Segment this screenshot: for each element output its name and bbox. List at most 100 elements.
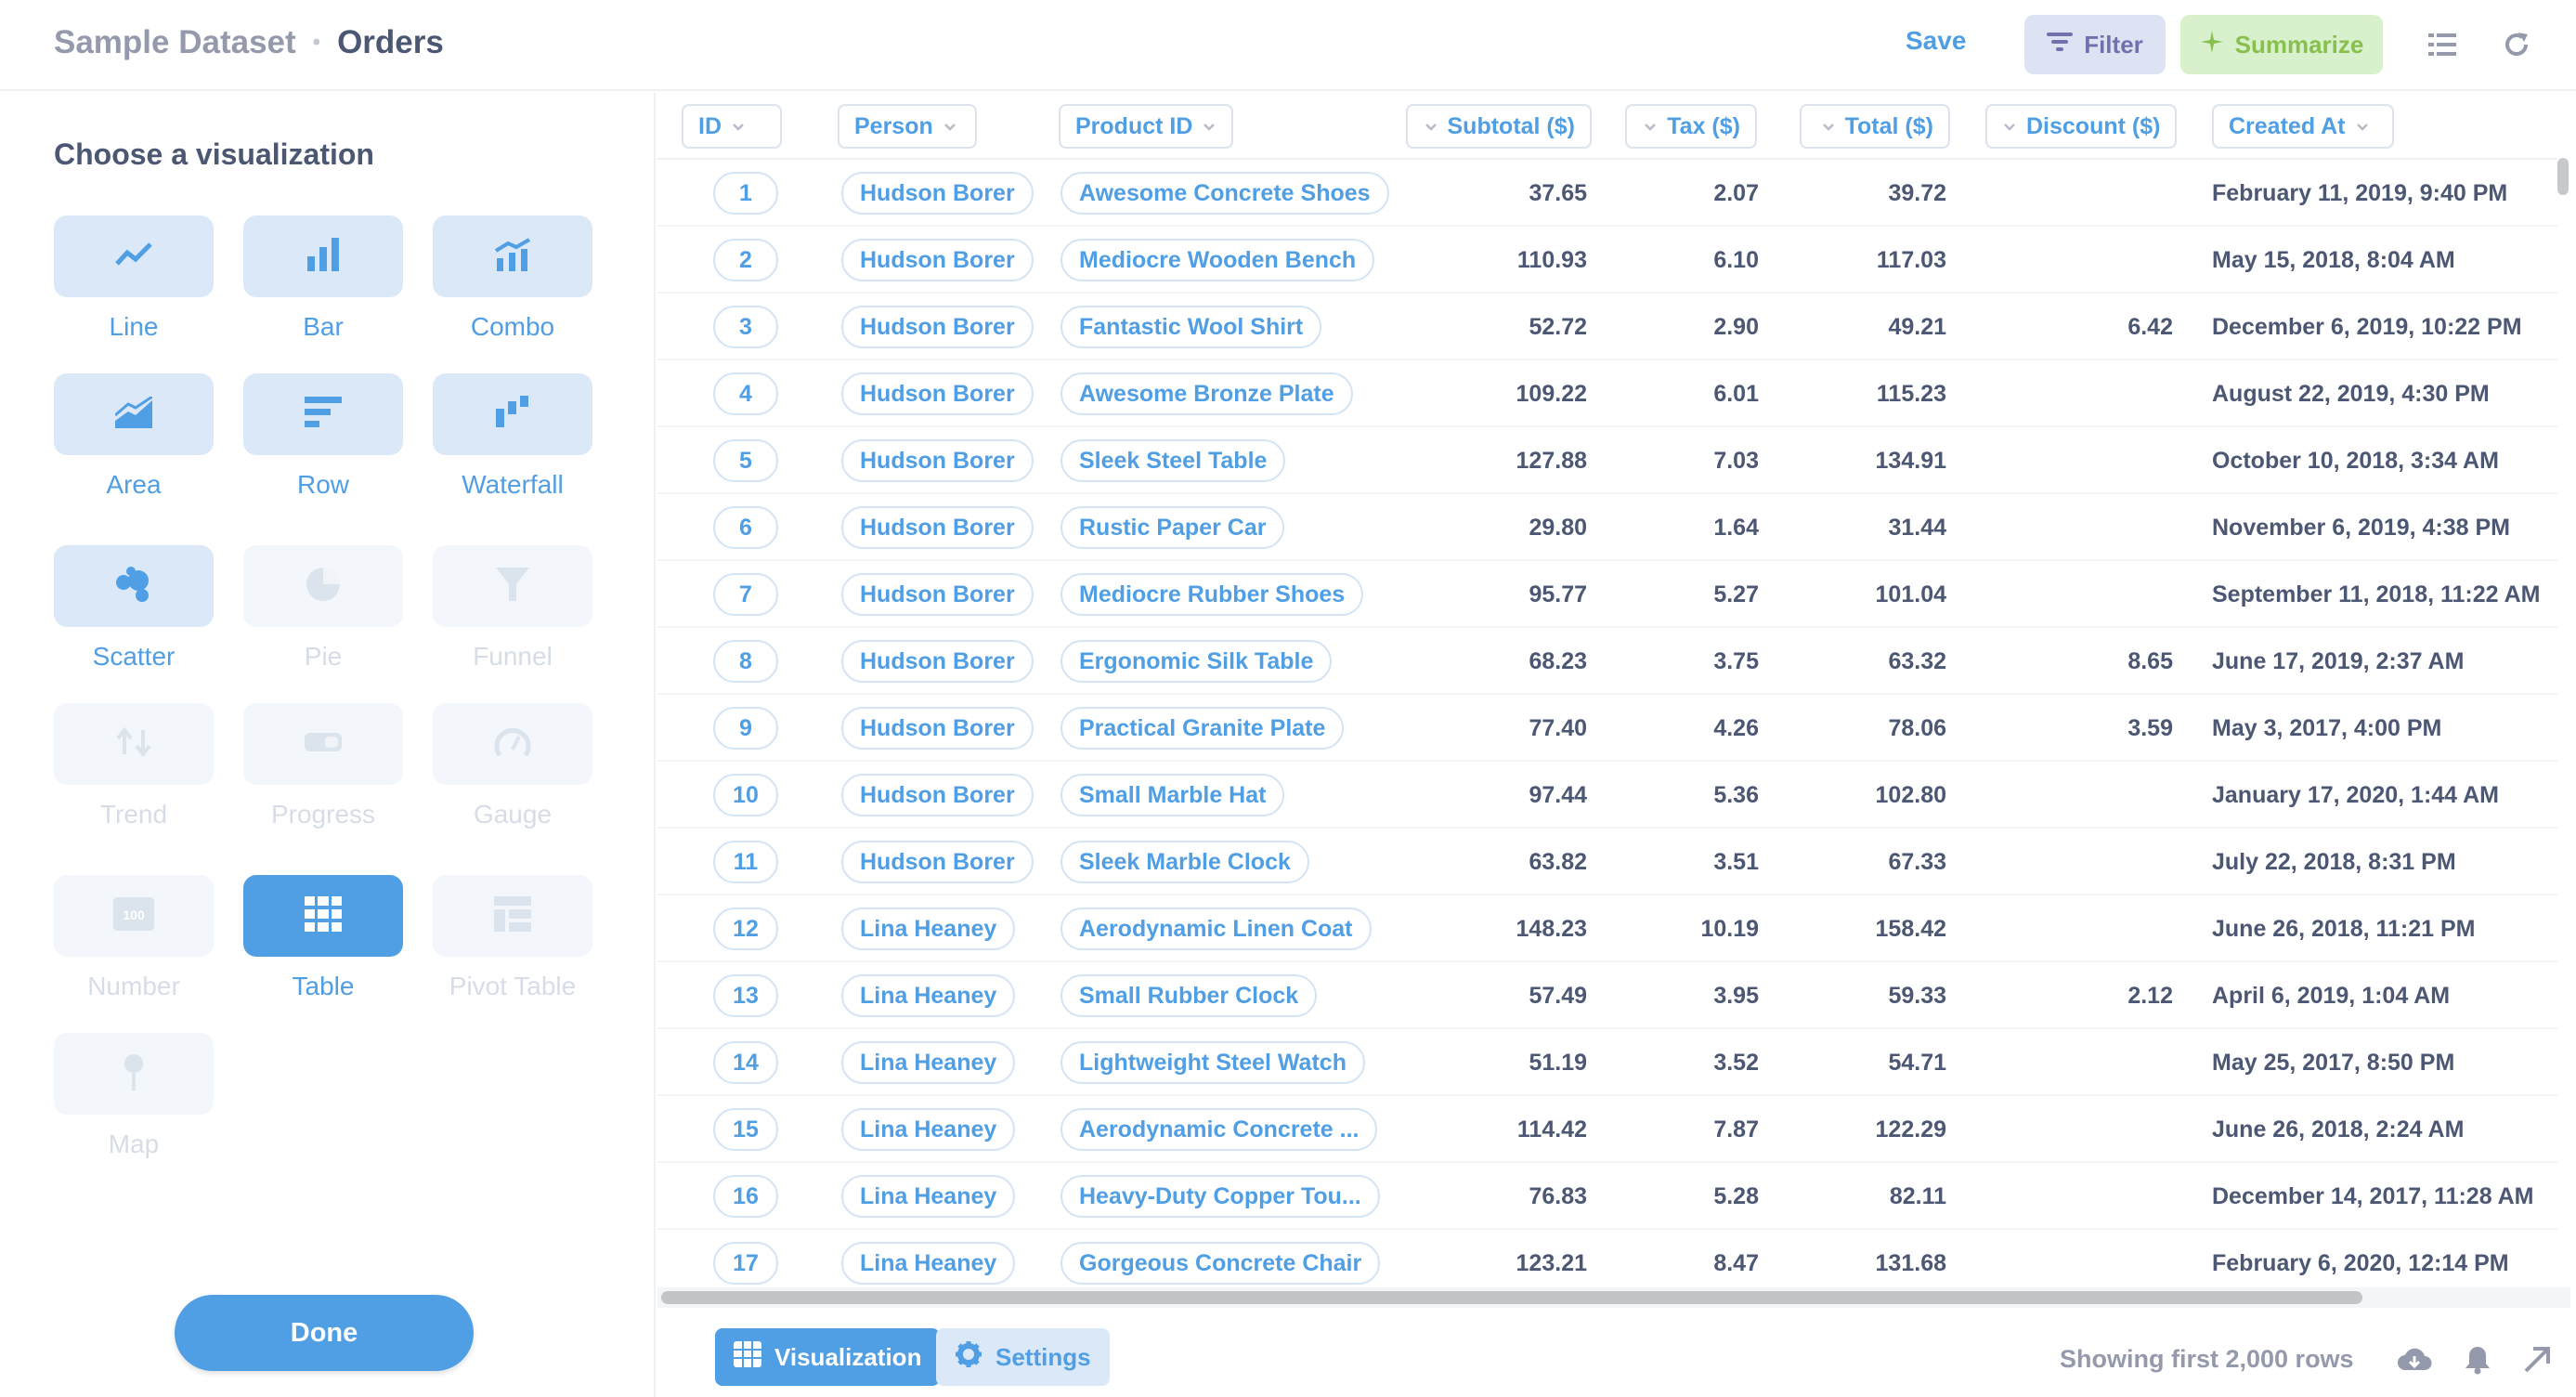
viz-option-table[interactable]: Table (243, 875, 403, 1001)
column-header-total[interactable]: Total ($) (1800, 104, 1950, 149)
order-id-link[interactable]: 6 (713, 506, 778, 549)
order-id-link[interactable]: 3 (713, 306, 778, 348)
person-link[interactable]: Hudson Borer (841, 573, 1034, 616)
person-link[interactable]: Hudson Borer (841, 239, 1034, 281)
product-link[interactable]: Rustic Paper Car (1060, 506, 1285, 549)
discount-cell (1987, 561, 2173, 628)
viz-option-scatter[interactable]: Scatter (54, 545, 214, 672)
order-id-link[interactable]: 12 (713, 907, 778, 950)
person-link[interactable]: Lina Heaney (841, 1108, 1016, 1151)
summarize-button[interactable]: Summarize (2180, 15, 2383, 74)
column-header-created-at[interactable]: Created At (2212, 104, 2394, 149)
done-button[interactable]: Done (175, 1295, 474, 1371)
tax-cell: 8.47 (1713, 1249, 1759, 1276)
settings-button[interactable]: Settings (936, 1328, 1110, 1386)
column-header-subtotal[interactable]: Subtotal ($) (1406, 104, 1592, 149)
product-link[interactable]: Small Rubber Clock (1060, 974, 1318, 1017)
person-link[interactable]: Hudson Borer (841, 372, 1034, 415)
vertical-scrollbar[interactable] (2557, 158, 2569, 195)
visualization-button[interactable]: Visualization (715, 1328, 941, 1386)
order-id-link[interactable]: 16 (713, 1175, 778, 1218)
person-link[interactable]: Lina Heaney (841, 907, 1016, 950)
share-arrow-icon[interactable] (2518, 1341, 2556, 1378)
column-header-id[interactable]: ID (682, 104, 782, 149)
person-link[interactable]: Hudson Borer (841, 640, 1034, 683)
order-id-link[interactable]: 11 (713, 841, 778, 883)
order-id-link[interactable]: 15 (713, 1108, 778, 1151)
product-link[interactable]: Mediocre Rubber Shoes (1060, 573, 1364, 616)
order-id-link[interactable]: 10 (713, 774, 778, 816)
person-link[interactable]: Lina Heaney (841, 1242, 1016, 1285)
person-link[interactable]: Hudson Borer (841, 774, 1034, 816)
viz-option-combo[interactable]: Combo (433, 215, 592, 342)
order-id-link[interactable]: 14 (713, 1041, 778, 1084)
product-link[interactable]: Gorgeous Concrete Chair (1060, 1242, 1381, 1285)
viz-option-trend: Trend (54, 703, 214, 829)
product-link[interactable]: Sleek Marble Clock (1060, 841, 1309, 883)
breadcrumb-table[interactable]: Orders (337, 24, 444, 61)
column-header-discount[interactable]: Discount ($) (1985, 104, 2178, 149)
created-at-cell: May 25, 2017, 8:50 PM (2212, 1049, 2455, 1076)
trend-icon (115, 726, 152, 763)
product-link[interactable]: Small Marble Hat (1060, 774, 1285, 816)
created-at-cell: June 26, 2018, 2:24 AM (2212, 1116, 2465, 1142)
order-id-link[interactable]: 9 (713, 707, 778, 750)
product-link[interactable]: Sleek Steel Table (1060, 439, 1286, 482)
notebook-editor-icon[interactable] (2424, 26, 2461, 63)
viz-option-label: Trend (99, 800, 168, 829)
person-link[interactable]: Hudson Borer (841, 506, 1034, 549)
person-link[interactable]: Hudson Borer (841, 172, 1034, 215)
order-id-link[interactable]: 4 (713, 372, 778, 415)
product-link[interactable]: Awesome Bronze Plate (1060, 372, 1353, 415)
person-link[interactable]: Hudson Borer (841, 707, 1034, 750)
product-link[interactable]: Mediocre Wooden Bench (1060, 239, 1375, 281)
product-link[interactable]: Heavy-Duty Copper Tou... (1060, 1175, 1380, 1218)
order-id-link[interactable]: 5 (713, 439, 778, 482)
product-link[interactable]: Lightweight Steel Watch (1060, 1041, 1365, 1084)
product-link[interactable]: Fantastic Wool Shirt (1060, 306, 1322, 348)
viz-option-row[interactable]: Row (243, 373, 403, 500)
created-at-cell: February 11, 2019, 9:40 PM (2212, 179, 2508, 206)
product-link[interactable]: Awesome Concrete Shoes (1060, 172, 1389, 215)
order-id-link[interactable]: 2 (713, 239, 778, 281)
horizontal-scrollbar[interactable] (661, 1291, 2362, 1304)
order-id-link[interactable]: 17 (713, 1242, 778, 1285)
save-button[interactable]: Save (1906, 26, 1966, 56)
viz-option-line[interactable]: Line (54, 215, 214, 342)
subtotal-cell: 76.83 (1529, 1182, 1587, 1209)
column-header-product-id[interactable]: Product ID (1059, 104, 1234, 149)
viz-option-waterfall[interactable]: Waterfall (433, 373, 592, 500)
person-link[interactable]: Hudson Borer (841, 439, 1034, 482)
viz-option-area[interactable]: Area (54, 373, 214, 500)
tax-cell: 5.28 (1713, 1182, 1759, 1209)
person-link[interactable]: Lina Heaney (841, 1041, 1016, 1084)
order-id-link[interactable]: 7 (713, 573, 778, 616)
order-id-link[interactable]: 13 (713, 974, 778, 1017)
bell-icon[interactable] (2459, 1341, 2496, 1378)
viz-option-bar[interactable]: Bar (243, 215, 403, 342)
product-cell: Sleek Marble Clock (1060, 829, 1309, 895)
product-link[interactable]: Aerodynamic Concrete ... (1060, 1108, 1378, 1151)
refresh-icon[interactable] (2498, 26, 2535, 63)
viz-option-tile (243, 215, 403, 297)
product-link[interactable]: Ergonomic Silk Table (1060, 640, 1333, 683)
discount-cell (1987, 1230, 2173, 1287)
person-link[interactable]: Hudson Borer (841, 306, 1034, 348)
viz-option-label: Pivot Table (449, 972, 577, 1000)
created-at-cell: August 22, 2019, 4:30 PM (2212, 380, 2490, 407)
column-header-person[interactable]: Person (838, 104, 977, 149)
product-link[interactable]: Aerodynamic Linen Coat (1060, 907, 1372, 950)
order-id-link[interactable]: 8 (713, 640, 778, 683)
download-icon[interactable] (2396, 1341, 2433, 1378)
column-header-tax[interactable]: Tax ($) (1625, 104, 1757, 149)
person-link[interactable]: Lina Heaney (841, 974, 1016, 1017)
breadcrumb-dataset[interactable]: Sample Dataset (54, 24, 296, 61)
filter-button[interactable]: Filter (2024, 15, 2166, 74)
id-cell: 8 (713, 628, 778, 695)
subtotal-cell: 95.77 (1529, 581, 1587, 607)
order-id-link[interactable]: 1 (713, 172, 778, 215)
person-link[interactable]: Hudson Borer (841, 841, 1034, 883)
product-link[interactable]: Practical Granite Plate (1060, 707, 1345, 750)
person-link[interactable]: Lina Heaney (841, 1175, 1016, 1218)
total-cell: 134.91 (1875, 447, 1946, 474)
